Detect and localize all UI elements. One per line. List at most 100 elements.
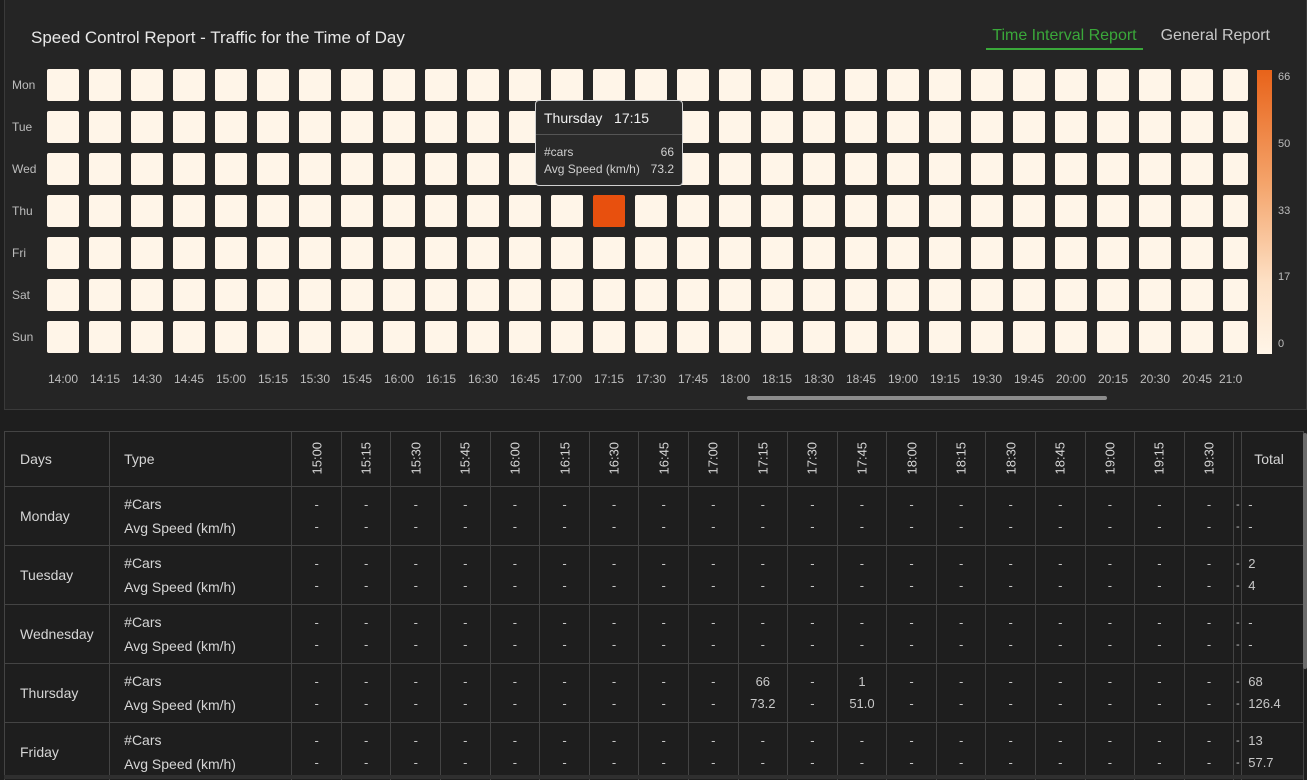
heatmap-cell[interactable] — [551, 195, 583, 227]
heatmap-cell[interactable] — [593, 195, 625, 227]
heatmap-cell[interactable] — [1013, 111, 1045, 143]
heatmap-cell[interactable] — [803, 195, 835, 227]
heatmap-cell[interactable] — [173, 237, 205, 269]
heatmap-cell[interactable] — [593, 279, 625, 311]
heatmap-cell[interactable] — [1223, 153, 1248, 185]
heatmap-cell[interactable] — [131, 195, 163, 227]
heatmap-cell[interactable] — [1055, 153, 1087, 185]
heatmap-cell[interactable] — [341, 321, 373, 353]
heatmap-cell[interactable] — [677, 237, 709, 269]
heatmap-cell[interactable] — [383, 237, 415, 269]
heatmap-cell[interactable] — [383, 321, 415, 353]
heatmap-cell[interactable] — [1013, 153, 1045, 185]
heatmap-cell[interactable] — [677, 279, 709, 311]
heatmap-cell[interactable] — [803, 321, 835, 353]
heatmap-cell[interactable] — [299, 69, 331, 101]
heatmap-cell[interactable] — [845, 153, 877, 185]
heatmap-cell[interactable] — [1055, 111, 1087, 143]
heatmap-cell[interactable] — [1013, 69, 1045, 101]
heatmap-cell[interactable] — [887, 279, 919, 311]
heatmap-cell[interactable] — [1181, 279, 1213, 311]
heatmap-cell[interactable] — [257, 321, 289, 353]
heatmap-cell[interactable] — [1013, 279, 1045, 311]
heatmap-cell[interactable] — [425, 111, 457, 143]
heatmap-cell[interactable] — [509, 69, 541, 101]
heatmap-cell[interactable] — [1097, 69, 1129, 101]
heatmap-cell[interactable] — [1223, 279, 1248, 311]
heatmap-cell[interactable] — [425, 69, 457, 101]
heatmap-cell[interactable] — [1139, 69, 1171, 101]
heatmap-cell[interactable] — [425, 321, 457, 353]
heatmap-cell[interactable] — [761, 237, 793, 269]
heatmap-cell[interactable] — [845, 111, 877, 143]
heatmap-cell[interactable] — [47, 321, 79, 353]
heatmap-cell[interactable] — [971, 279, 1003, 311]
heatmap-cell[interactable] — [257, 195, 289, 227]
heatmap-cell[interactable] — [803, 69, 835, 101]
heatmap-cell[interactable] — [593, 69, 625, 101]
heatmap-cell[interactable] — [1181, 237, 1213, 269]
heatmap-cell[interactable] — [1139, 111, 1171, 143]
heatmap-cell[interactable] — [257, 153, 289, 185]
heatmap-cell[interactable] — [509, 195, 541, 227]
heatmap-cell[interactable] — [1139, 153, 1171, 185]
heatmap-cell[interactable] — [1223, 321, 1248, 353]
heatmap-cell[interactable] — [971, 111, 1003, 143]
heatmap-cell[interactable] — [257, 69, 289, 101]
heatmap-cell[interactable] — [467, 237, 499, 269]
heatmap-cell[interactable] — [929, 153, 961, 185]
heatmap-cell[interactable] — [131, 153, 163, 185]
heatmap-cell[interactable] — [425, 237, 457, 269]
heatmap-cell[interactable] — [1223, 111, 1248, 143]
heatmap-cell[interactable] — [1013, 237, 1045, 269]
heatmap-cell[interactable] — [383, 195, 415, 227]
heatmap-cell[interactable] — [1139, 279, 1171, 311]
heatmap-cell[interactable] — [173, 195, 205, 227]
heatmap-cell[interactable] — [1097, 279, 1129, 311]
heatmap-cell[interactable] — [761, 321, 793, 353]
heatmap-cell[interactable] — [551, 321, 583, 353]
heatmap-cell[interactable] — [47, 153, 79, 185]
heatmap-cell[interactable] — [257, 111, 289, 143]
heatmap-cell[interactable] — [341, 69, 373, 101]
table-horizontal-scrollbar[interactable] — [4, 775, 1303, 779]
heatmap-cell[interactable] — [425, 153, 457, 185]
heatmap-cell[interactable] — [761, 195, 793, 227]
heatmap-cell[interactable] — [299, 321, 331, 353]
heatmap-cell[interactable] — [1055, 321, 1087, 353]
heatmap-cell[interactable] — [1139, 321, 1171, 353]
heatmap-cell[interactable] — [1181, 111, 1213, 143]
heatmap-cell[interactable] — [971, 69, 1003, 101]
heatmap-cell[interactable] — [761, 111, 793, 143]
heatmap-cell[interactable] — [719, 111, 751, 143]
heatmap-cell[interactable] — [551, 69, 583, 101]
heatmap-cell[interactable] — [131, 237, 163, 269]
heatmap-cell[interactable] — [215, 195, 247, 227]
heatmap-cell[interactable] — [1139, 237, 1171, 269]
heatmap-cell[interactable] — [929, 321, 961, 353]
heatmap-cell[interactable] — [215, 153, 247, 185]
heatmap-cell[interactable] — [89, 153, 121, 185]
heatmap-cell[interactable] — [593, 237, 625, 269]
heatmap-cell[interactable] — [383, 111, 415, 143]
heatmap-cell[interactable] — [299, 195, 331, 227]
heatmap-cell[interactable] — [929, 69, 961, 101]
heatmap-cell[interactable] — [887, 195, 919, 227]
heatmap-cell[interactable] — [803, 237, 835, 269]
heatmap-cell[interactable] — [719, 237, 751, 269]
heatmap-cell[interactable] — [1097, 195, 1129, 227]
heatmap-cell[interactable] — [89, 195, 121, 227]
heatmap-cell[interactable] — [89, 69, 121, 101]
heatmap-cell[interactable] — [887, 111, 919, 143]
heatmap-cell[interactable] — [971, 237, 1003, 269]
heatmap-cell[interactable] — [845, 321, 877, 353]
heatmap-cell[interactable] — [131, 111, 163, 143]
heatmap-cell[interactable] — [1223, 237, 1248, 269]
heatmap-cell[interactable] — [1223, 195, 1248, 227]
heatmap-cell[interactable] — [467, 111, 499, 143]
heatmap-cell[interactable] — [1097, 153, 1129, 185]
heatmap-cell[interactable] — [845, 279, 877, 311]
heatmap-cell[interactable] — [1055, 195, 1087, 227]
heatmap-cell[interactable] — [551, 237, 583, 269]
heatmap-cell[interactable] — [47, 111, 79, 143]
